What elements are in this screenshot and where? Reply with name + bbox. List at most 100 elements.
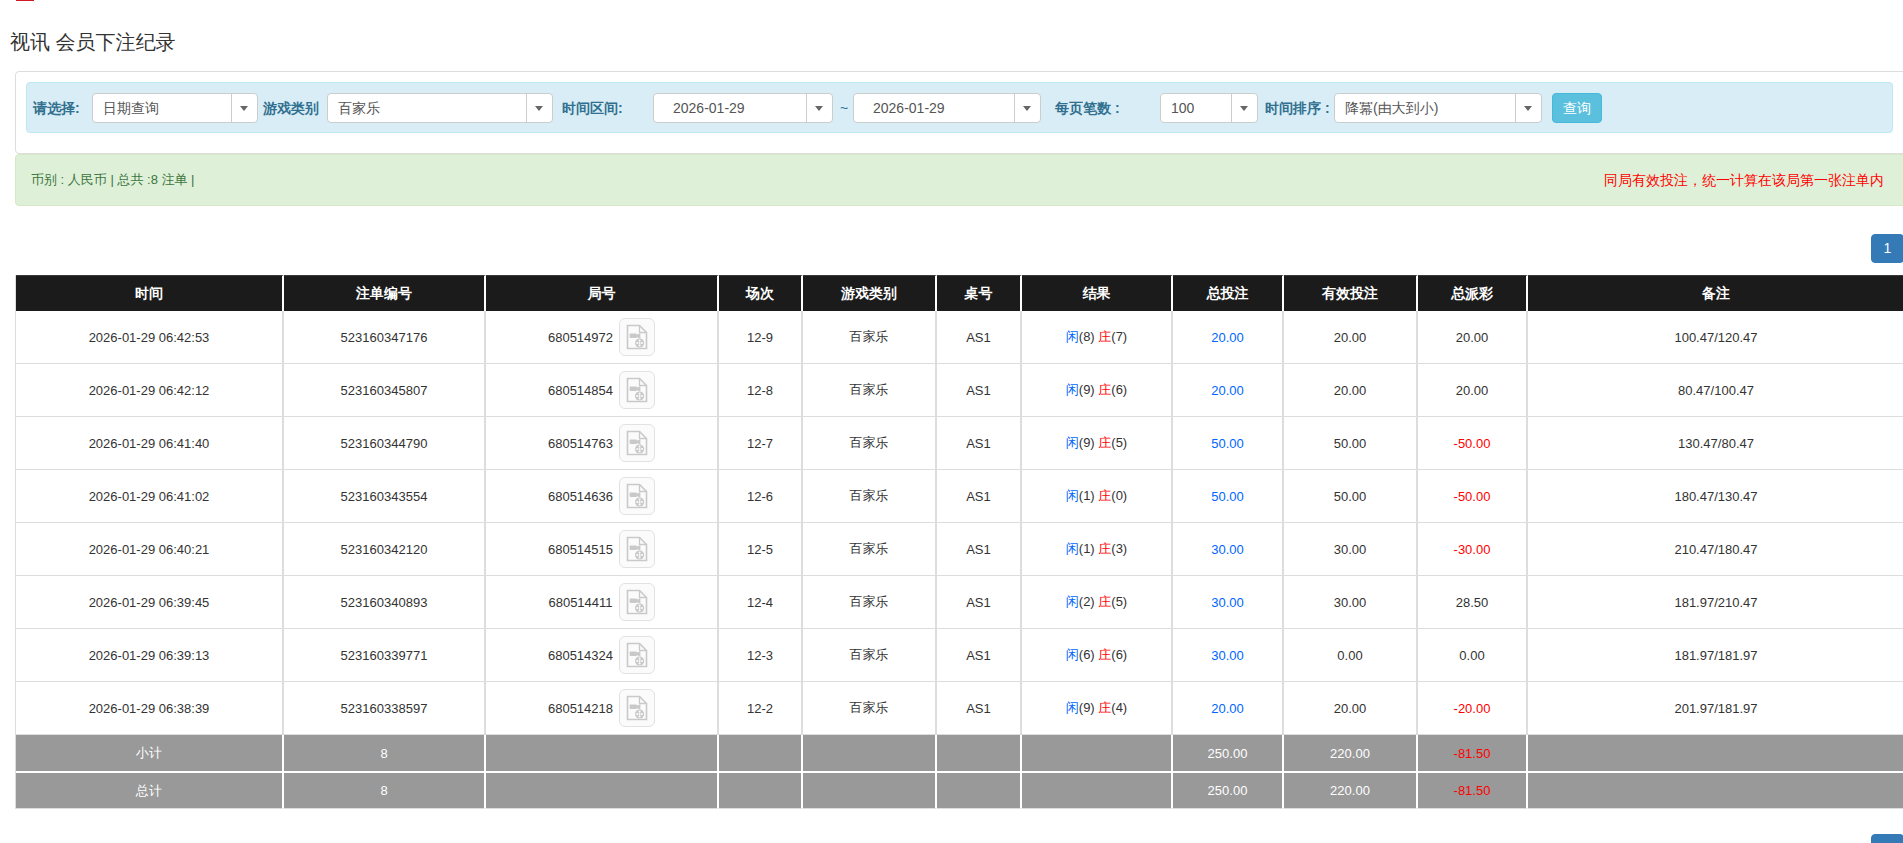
total-row-count: 8 — [284, 773, 486, 809]
cell-table-no: AS1 — [937, 523, 1022, 576]
table-row: 2026-01-29 06:42:53523160347176680514972… — [16, 311, 1903, 364]
total-row: 总计8250.00220.00-81.50 — [16, 773, 1903, 809]
column-header-5: 桌号 — [937, 275, 1022, 311]
result-banker-score: (7) — [1111, 329, 1127, 344]
cell-game-category: 百家乐 — [803, 364, 937, 417]
cell-result: 闲(8) 庄(7) — [1022, 311, 1173, 364]
cell-session: 12-3 — [719, 629, 803, 682]
cell-remark: 201.97/181.97 — [1528, 682, 1903, 735]
video-replay-button[interactable] — [619, 371, 655, 409]
cell-game-category: 百家乐 — [803, 417, 937, 470]
cell-valid-bet: 50.00 — [1284, 470, 1418, 523]
video-file-icon — [626, 589, 648, 615]
column-header-4: 游戏类别 — [803, 275, 937, 311]
result-banker-label: 庄 — [1098, 594, 1111, 609]
cell-table-no: AS1 — [937, 629, 1022, 682]
cell-round-id: 680514324 — [486, 629, 719, 682]
cell-remark: 80.47/100.47 — [1528, 364, 1903, 417]
caret-down-icon — [1524, 106, 1532, 111]
cell-time: 2026-01-29 06:42:53 — [16, 311, 284, 364]
video-replay-button[interactable] — [619, 477, 655, 515]
table-row: 2026-01-29 06:40:21523160342120680514515… — [16, 523, 1903, 576]
time-sort-arrow-box[interactable] — [1515, 94, 1541, 122]
video-replay-button[interactable] — [619, 424, 655, 462]
result-player-label: 闲 — [1066, 435, 1079, 450]
cell-round-id: 680514218 — [486, 682, 719, 735]
table-body: 2026-01-29 06:42:53523160347176680514972… — [16, 311, 1903, 809]
total-bet-link[interactable]: 30.00 — [1211, 542, 1244, 557]
total-row-valid-bet: 220.00 — [1284, 773, 1418, 809]
table-row: 2026-01-29 06:41:40523160344790680514763… — [16, 417, 1903, 470]
date-from-select[interactable]: 2026-01-29 — [653, 93, 833, 123]
cell-game-category: 百家乐 — [803, 523, 937, 576]
cell-game-category: 百家乐 — [803, 629, 937, 682]
date-to-select[interactable]: 2026-01-29 — [853, 93, 1041, 123]
result-player-score: (2) — [1079, 594, 1095, 609]
search-button[interactable]: 查询 — [1552, 93, 1602, 123]
query-type-label: 请选择: — [33, 93, 80, 123]
cell-result: 闲(1) 庄(3) — [1022, 523, 1173, 576]
result-player-label: 闲 — [1066, 382, 1079, 397]
result-player-score: (8) — [1079, 329, 1095, 344]
total-row-total-bet: 250.00 — [1173, 773, 1284, 809]
total-row-payout: -81.50 — [1418, 773, 1528, 809]
video-replay-button[interactable] — [619, 530, 655, 568]
query-type-select[interactable]: 日期查询 — [92, 93, 258, 123]
time-sort-select[interactable]: 降冪(由大到小) — [1334, 93, 1542, 123]
page-size-value: 100 — [1171, 94, 1194, 122]
total-bet-link[interactable]: 20.00 — [1211, 383, 1244, 398]
cell-table-no: AS1 — [937, 682, 1022, 735]
caret-down-icon — [1240, 106, 1248, 111]
total-bet-link[interactable]: 50.00 — [1211, 436, 1244, 451]
total-bet-link[interactable]: 50.00 — [1211, 489, 1244, 504]
cell-bet-id: 523160343554 — [284, 470, 486, 523]
cell-result: 闲(6) 庄(6) — [1022, 629, 1173, 682]
subtotal-row-label: 小计 — [16, 735, 284, 773]
cell-session: 12-5 — [719, 523, 803, 576]
cell-table-no: AS1 — [937, 576, 1022, 629]
query-type-arrow-box[interactable] — [231, 94, 257, 122]
game-category-select[interactable]: 百家乐 — [327, 93, 553, 123]
page-size-select[interactable]: 100 — [1160, 93, 1258, 123]
date-from-arrow-box[interactable] — [806, 94, 832, 122]
cell-remark: 181.97/181.97 — [1528, 629, 1903, 682]
video-file-icon — [626, 695, 648, 721]
cell-result: 闲(2) 庄(5) — [1022, 576, 1173, 629]
result-banker-score: (6) — [1111, 647, 1127, 662]
result-player-score: (1) — [1079, 488, 1095, 503]
caret-down-icon — [815, 106, 823, 111]
total-bet-link[interactable]: 20.00 — [1211, 701, 1244, 716]
cell-session: 12-7 — [719, 417, 803, 470]
table-row: 2026-01-29 06:41:02523160343554680514636… — [16, 470, 1903, 523]
bet-records-table: 时间注单编号局号场次游戏类别桌号结果总投注有效投注总派彩备注 2026-01-2… — [15, 275, 1903, 809]
pagination-page-1-top[interactable]: 1 — [1871, 234, 1903, 263]
cell-game-category: 百家乐 — [803, 311, 937, 364]
result-player-label: 闲 — [1066, 647, 1079, 662]
result-player-score: (1) — [1079, 541, 1095, 556]
result-player-label: 闲 — [1066, 541, 1079, 556]
page-title: 视讯 会员下注纪录 — [10, 30, 176, 54]
result-banker-score: (5) — [1111, 435, 1127, 450]
result-banker-score: (5) — [1111, 594, 1127, 609]
cell-table-no: AS1 — [937, 470, 1022, 523]
total-bet-link[interactable]: 20.00 — [1211, 330, 1244, 345]
game-category-arrow-box[interactable] — [526, 94, 552, 122]
page-size-arrow-box[interactable] — [1231, 94, 1257, 122]
video-replay-button[interactable] — [619, 689, 655, 727]
cell-time: 2026-01-29 06:41:40 — [16, 417, 284, 470]
video-replay-button[interactable] — [619, 583, 655, 621]
cell-round-id: 680514763 — [486, 417, 719, 470]
result-banker-score: (3) — [1111, 541, 1127, 556]
date-to-arrow-box[interactable] — [1014, 94, 1040, 122]
cell-remark: 181.97/210.47 — [1528, 576, 1903, 629]
round-id-value: 680514636 — [548, 489, 613, 504]
total-bet-link[interactable]: 30.00 — [1211, 648, 1244, 663]
video-replay-button[interactable] — [619, 318, 655, 356]
video-replay-button[interactable] — [619, 636, 655, 674]
total-bet-link[interactable]: 30.00 — [1211, 595, 1244, 610]
page-size-label: 每页笔数 : — [1055, 93, 1120, 123]
round-id-value: 680514324 — [548, 648, 613, 663]
cell-time: 2026-01-29 06:39:13 — [16, 629, 284, 682]
pagination-page-1-bottom[interactable]: 1 — [1871, 834, 1903, 843]
result-banker-label: 庄 — [1098, 647, 1111, 662]
